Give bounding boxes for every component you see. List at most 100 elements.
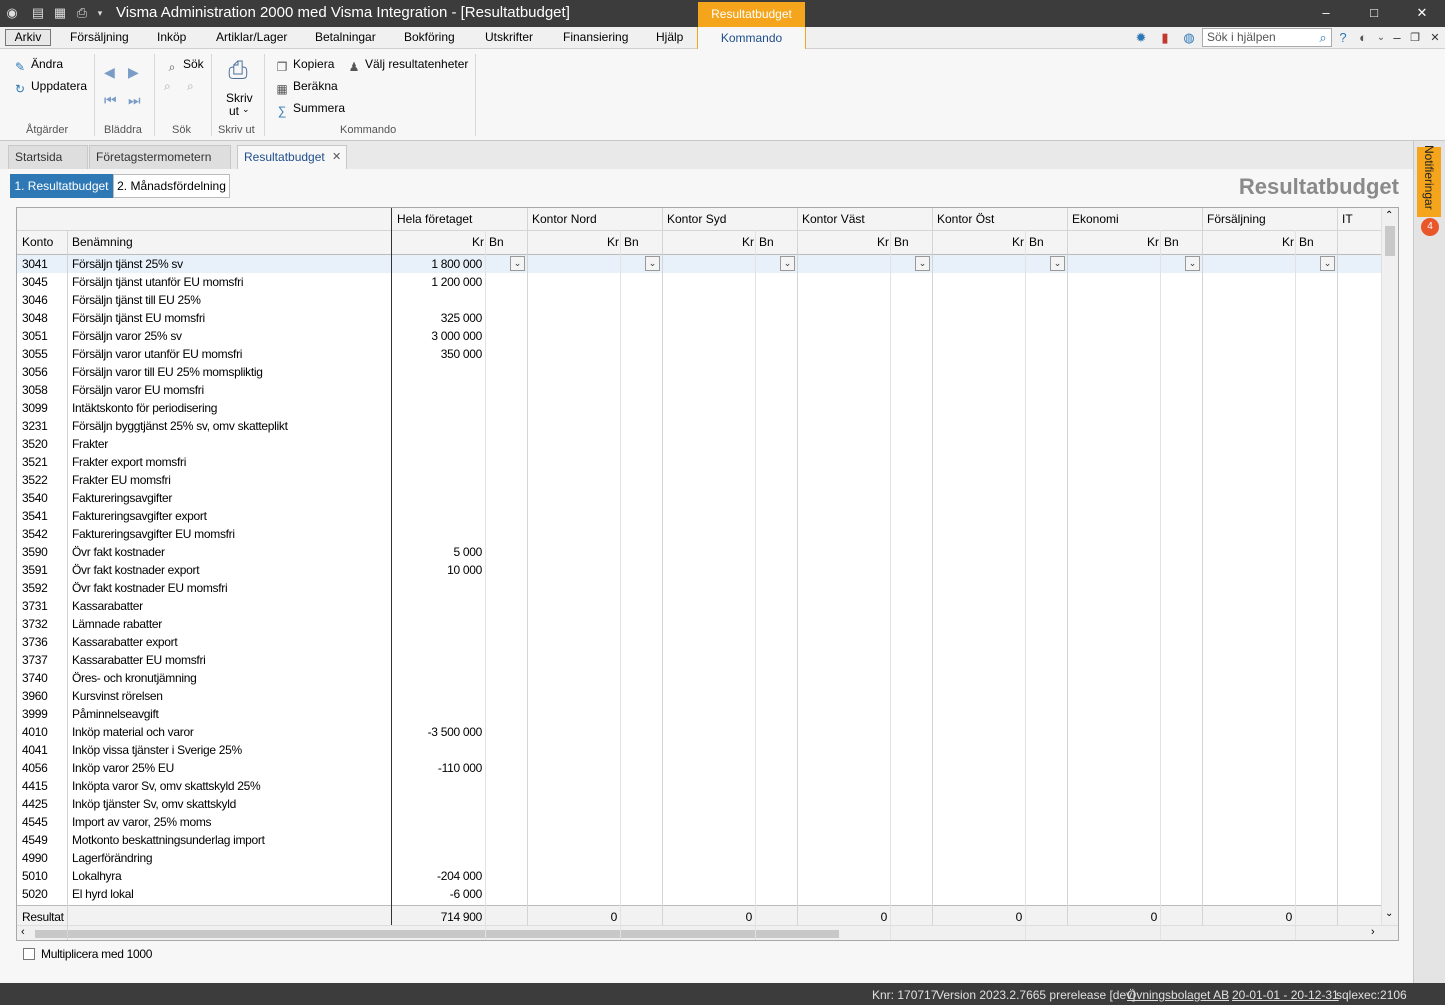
customize-arrow-icon[interactable]: ▾ <box>92 4 108 22</box>
thermometer-icon[interactable]: ▮ <box>1156 29 1174 47</box>
bn-dropdown[interactable]: ⌄ <box>510 256 525 271</box>
table-row[interactable]: 4545 Import av varor, 25% moms <box>17 813 1382 831</box>
valj-resultatenheter-button[interactable]: ♟ Välj resultatenheter <box>346 57 469 75</box>
menu-bokforing[interactable]: Bokföring <box>404 30 455 44</box>
table-row[interactable]: 3590 Övr fakt kostnader 5 000 <box>17 543 1382 561</box>
notifications-panel[interactable]: Notifieringar 4 <box>1413 141 1445 983</box>
menu-forsaljning[interactable]: Försäljning <box>70 30 129 44</box>
bn-dropdown[interactable]: ⌄ <box>645 256 660 271</box>
tab-foretagstermometern[interactable]: Företagstermometern <box>89 145 231 169</box>
table-row[interactable]: 4056 Inköp varor 25% EU -110 000 <box>17 759 1382 777</box>
table-row[interactable]: 3056 Försäljn varor till EU 25% momsplikt… <box>17 363 1382 381</box>
table-row[interactable]: 3999 Påminnelseavgift <box>17 705 1382 723</box>
row-value-hela-foretaget[interactable]: 350 000 <box>392 347 483 361</box>
mdi-restore-icon[interactable]: ❐ <box>1406 29 1424 47</box>
skriv-ut-line1[interactable]: Skriv <box>226 91 253 105</box>
status-company-link[interactable]: Övningsbolaget AB <box>1127 988 1229 1002</box>
tab-startsida[interactable]: Startsida <box>8 145 88 169</box>
bn-dropdown[interactable]: ⌄ <box>1320 256 1335 271</box>
next-icon[interactable]: ▶ <box>128 64 139 81</box>
skriv-ut-line2[interactable]: ut <box>229 104 239 118</box>
horizontal-scroll-thumb[interactable] <box>35 930 839 938</box>
table-row[interactable]: 4549 Motkonto beskattningsunderlag import <box>17 831 1382 849</box>
scroll-right-icon[interactable]: › <box>1371 926 1375 938</box>
save-icon[interactable]: ▤ <box>30 4 46 22</box>
table-row[interactable]: 3048 Försäljn tjänst EU momsfri 325 000 <box>17 309 1382 327</box>
table-row[interactable]: 3960 Kursvinst rörelsen <box>17 687 1382 705</box>
table-row[interactable]: 3540 Faktureringsavgifter <box>17 489 1382 507</box>
table-row[interactable]: 3522 Frakter EU momsfri <box>17 471 1382 489</box>
search-next-icon[interactable]: ⌕ <box>187 79 194 94</box>
menu-betalningar[interactable]: Betalningar <box>315 30 376 44</box>
subtab-manadsfordelning[interactable]: 2. Månadsfördelning <box>113 174 230 198</box>
table-row[interactable]: 5010 Lokalhyra -204 000 <box>17 867 1382 885</box>
search-previous-icon[interactable]: ⌕ <box>164 79 171 94</box>
close-tab-icon[interactable]: ✕ <box>332 146 341 168</box>
previous-icon[interactable]: ◀ <box>104 64 115 81</box>
table-row[interactable]: 4415 Inköpta varor Sv, omv skattskyld 25% <box>17 777 1382 795</box>
table-row[interactable]: 3046 Försäljn tjänst till EU 25% <box>17 291 1382 309</box>
table-row[interactable]: 3055 Försäljn varor utanför EU momsfri 350… <box>17 345 1382 363</box>
first-icon[interactable]: ⏮ <box>104 92 117 109</box>
table-row[interactable]: 3520 Frakter <box>17 435 1382 453</box>
row-value-hela-foretaget[interactable]: 325 000 <box>392 311 483 325</box>
search-icon[interactable]: ⌕ <box>1314 29 1332 47</box>
sok-button[interactable]: ⌕ Sök <box>164 57 204 75</box>
uppdatera-button[interactable]: ↻ Uppdatera <box>12 79 87 97</box>
arkiv-menu[interactable]: Arkiv <box>5 29 51 46</box>
table-row[interactable]: 4010 Inköp material och varor -3 500 000 <box>17 723 1382 741</box>
table-row[interactable]: 4041 Inköp vissa tjänster i Sverige 25% <box>17 741 1382 759</box>
table-row[interactable]: 3542 Faktureringsavgifter EU momsfri <box>17 525 1382 543</box>
bn-dropdown[interactable]: ⌄ <box>1050 256 1065 271</box>
theme-icon[interactable]: ◐ <box>1354 29 1372 47</box>
table-row[interactable]: 3736 Kassarabatter export <box>17 633 1382 651</box>
print-icon[interactable]: ⎙ <box>74 4 90 22</box>
tab-resultatbudget[interactable]: Resultatbudget ✕ <box>237 145 347 169</box>
help-search-input[interactable]: Sök i hjälpen <box>1202 28 1332 47</box>
row-value-hela-foretaget[interactable]: -204 000 <box>392 869 482 883</box>
table-row[interactable]: 3099 Intäktskonto för periodisering <box>17 399 1382 417</box>
bn-dropdown[interactable]: ⌄ <box>780 256 795 271</box>
menu-inkop[interactable]: Inköp <box>157 30 186 44</box>
andra-button[interactable]: ✎ Ändra <box>12 57 63 75</box>
row-value-hela-foretaget[interactable]: 3 000 000 <box>392 329 482 343</box>
subtab-resultatbudget[interactable]: 1. Resultatbudget <box>10 174 113 198</box>
minimize-button[interactable]: – <box>1314 4 1338 22</box>
last-icon[interactable]: ⏭ <box>128 92 141 109</box>
table-row[interactable]: 3592 Övr fakt kostnader EU momsfri <box>17 579 1382 597</box>
berakna-button[interactable]: ▦ Beräkna <box>274 79 337 97</box>
menu-artiklar-lager[interactable]: Artiklar/Lager <box>216 30 287 44</box>
menu-finansiering[interactable]: Finansiering <box>563 30 628 44</box>
vertical-scroll-thumb[interactable] <box>1385 226 1395 256</box>
scroll-up-icon[interactable]: ⌃ <box>1385 210 1393 221</box>
table-row[interactable]: 3740 Öres- och kronutjämning <box>17 669 1382 687</box>
table-row[interactable]: 3737 Kassarabatter EU momsfri <box>17 651 1382 669</box>
help-icon[interactable]: ? <box>1334 29 1352 47</box>
mdi-close-icon[interactable]: ✕ <box>1426 29 1444 47</box>
table-row[interactable]: 3045 Försäljn tjänst utanför EU momsfri 1 … <box>17 273 1382 291</box>
globe-icon[interactable]: ◍ <box>1180 29 1198 47</box>
kopiera-button[interactable]: ❐ Kopiera <box>274 57 335 75</box>
app-menu-icon[interactable]: ◉ <box>4 4 20 22</box>
scroll-left-icon[interactable]: ‹ <box>21 926 25 938</box>
printer-icon[interactable]: ⎙ <box>225 57 251 87</box>
summera-button[interactable]: ∑ Summera <box>274 101 345 119</box>
document-icon[interactable]: ▦ <box>52 4 68 22</box>
tab-kommando[interactable]: Kommando <box>697 27 806 50</box>
bn-dropdown[interactable]: ⌄ <box>1185 256 1200 271</box>
row-value-hela-foretaget[interactable]: 1 800 000 <box>392 257 482 271</box>
table-row[interactable]: 3231 Försäljn byggtjänst 25% sv, omv skat… <box>17 417 1382 435</box>
scroll-down-icon[interactable]: ⌄ <box>1385 908 1393 919</box>
table-row[interactable]: 3058 Försäljn varor EU momsfri <box>17 381 1382 399</box>
maximize-button[interactable]: □ <box>1362 4 1386 22</box>
row-value-hela-foretaget[interactable]: 5 000 <box>392 545 482 559</box>
table-row[interactable]: 3732 Lämnade rabatter <box>17 615 1382 633</box>
table-row[interactable]: 3041 Försäljn tjänst 25% sv 1 800 000 ⌄ ⌄ ⌄ ⌄ ⌄… <box>17 255 1382 273</box>
close-button[interactable]: ✕ <box>1410 4 1434 22</box>
table-row[interactable]: 5020 El hyrd lokal -6 000 <box>17 885 1382 903</box>
table-row[interactable]: 3051 Försäljn varor 25% sv 3 000 000 <box>17 327 1382 345</box>
skriv-ut-dropdown-icon[interactable]: ⌄ <box>242 104 250 115</box>
table-row[interactable]: 4425 Inköp tjänster Sv, omv skattskyld <box>17 795 1382 813</box>
mdi-minimize-icon[interactable]: – <box>1388 29 1406 47</box>
row-value-hela-foretaget[interactable]: 1 200 000 <box>392 275 482 289</box>
